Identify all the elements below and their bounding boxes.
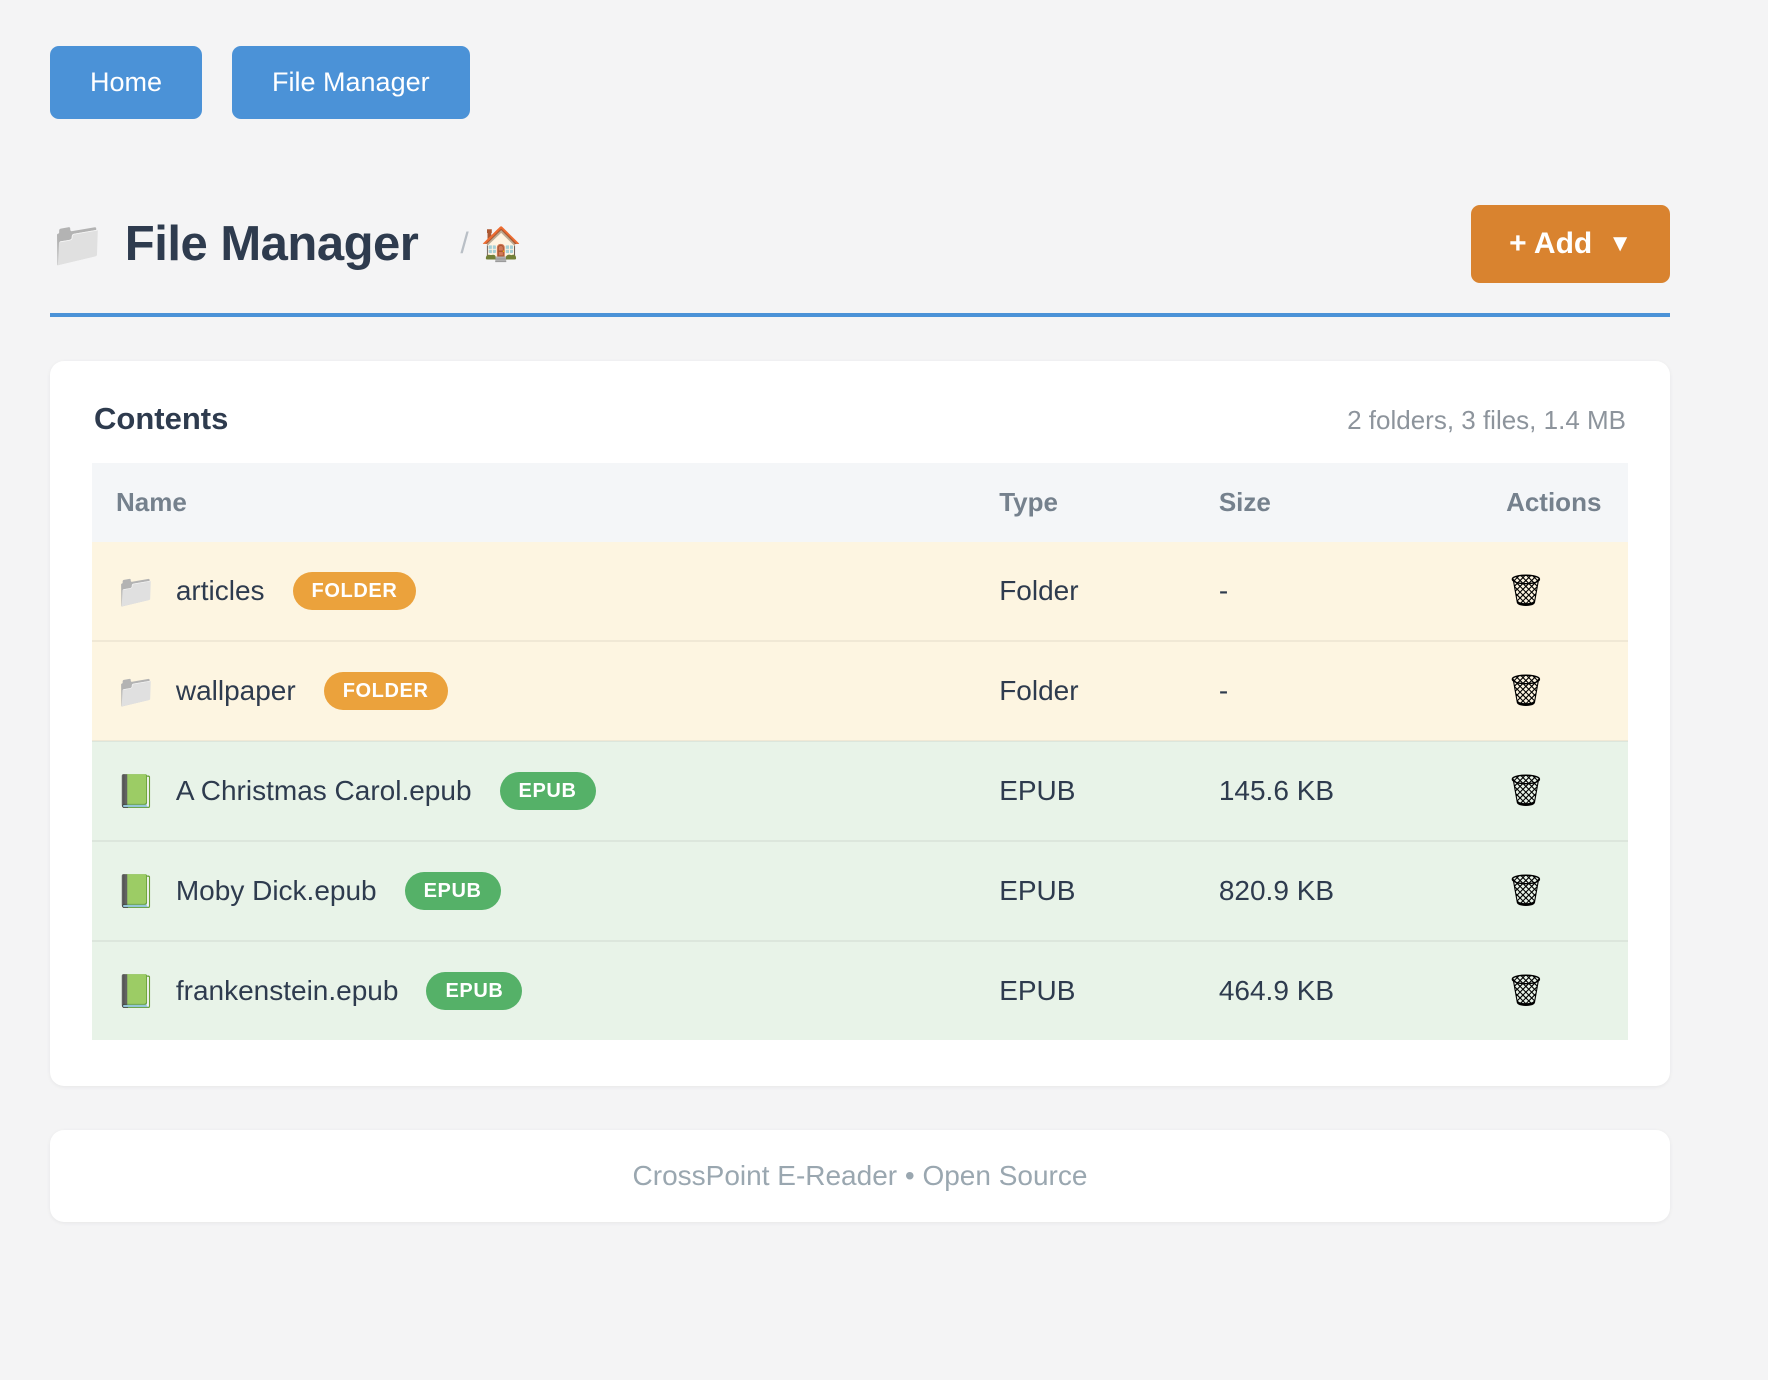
column-header-size: Size (1195, 463, 1482, 542)
folder-icon: 📁 (116, 575, 156, 607)
type-badge: EPUB (500, 772, 596, 810)
page-title: File Manager (125, 216, 419, 272)
top-nav: Home File Manager (50, 46, 1670, 119)
book-icon: 📗 (116, 775, 156, 807)
item-name-link[interactable]: articles (176, 575, 265, 607)
type-badge: FOLDER (324, 672, 448, 710)
folder-icon: 📁 (50, 218, 105, 270)
item-type: EPUB (975, 741, 1195, 841)
page-title-group: 📁 File Manager / 🏠 (50, 216, 522, 272)
item-type: Folder (975, 641, 1195, 741)
home-icon[interactable]: 🏠 (481, 225, 522, 264)
item-type: EPUB (975, 941, 1195, 1040)
contents-heading: Contents (94, 401, 228, 437)
item-name-link[interactable]: wallpaper (176, 675, 296, 707)
type-badge: EPUB (405, 872, 501, 910)
page-header: 📁 File Manager / 🏠 + Add ▼ (50, 205, 1670, 283)
title-divider (50, 313, 1670, 317)
item-type: Folder (975, 542, 1195, 641)
chevron-down-icon: ▼ (1608, 230, 1632, 258)
contents-card-header: Contents 2 folders, 3 files, 1.4 MB (92, 401, 1628, 463)
type-badge: EPUB (426, 972, 522, 1010)
item-name-link[interactable]: frankenstein.epub (176, 975, 399, 1007)
item-size: 820.9 KB (1195, 841, 1482, 941)
home-nav-button[interactable]: Home (50, 46, 202, 119)
book-icon: 📗 (116, 975, 156, 1007)
type-badge: FOLDER (293, 572, 417, 610)
footer: CrossPoint E-Reader • Open Source (50, 1130, 1670, 1222)
table-row: 📗 Moby Dick.epub EPUB EPUB 820.9 KB 🗑 (92, 841, 1628, 941)
trash-icon[interactable]: 🗑 (1506, 575, 1545, 606)
item-type: EPUB (975, 841, 1195, 941)
table-row: 📗 frankenstein.epub EPUB EPUB 464.9 KB 🗑 (92, 941, 1628, 1040)
trash-icon[interactable]: 🗑 (1506, 875, 1545, 906)
item-size: - (1195, 641, 1482, 741)
add-button[interactable]: + Add ▼ (1471, 205, 1670, 283)
item-size: 145.6 KB (1195, 741, 1482, 841)
contents-card: Contents 2 folders, 3 files, 1.4 MB Name… (50, 361, 1670, 1086)
book-icon: 📗 (116, 875, 156, 907)
contents-summary: 2 folders, 3 files, 1.4 MB (1347, 405, 1626, 436)
add-button-label: + Add (1509, 227, 1592, 261)
folder-icon: 📁 (116, 675, 156, 707)
item-size: - (1195, 542, 1482, 641)
breadcrumb: / 🏠 (460, 225, 521, 264)
item-size: 464.9 KB (1195, 941, 1482, 1040)
column-header-name: Name (92, 463, 975, 542)
column-header-actions: Actions (1482, 463, 1628, 542)
page-container: Home File Manager 📁 File Manager / 🏠 + A… (50, 0, 1670, 1222)
table-row: 📗 A Christmas Carol.epub EPUB EPUB 145.6… (92, 741, 1628, 841)
file-manager-nav-button[interactable]: File Manager (232, 46, 470, 119)
file-table: Name Type Size Actions 📁 articles FOLDER (92, 463, 1628, 1040)
trash-icon[interactable]: 🗑 (1506, 975, 1545, 1006)
item-name-link[interactable]: Moby Dick.epub (176, 875, 377, 907)
table-row: 📁 wallpaper FOLDER Folder - 🗑 (92, 641, 1628, 741)
trash-icon[interactable]: 🗑 (1506, 675, 1545, 706)
breadcrumb-separator: / (460, 227, 468, 261)
footer-text: CrossPoint E-Reader • Open Source (633, 1160, 1088, 1192)
table-header-row: Name Type Size Actions (92, 463, 1628, 542)
table-row: 📁 articles FOLDER Folder - 🗑 (92, 542, 1628, 641)
column-header-type: Type (975, 463, 1195, 542)
trash-icon[interactable]: 🗑 (1506, 775, 1545, 806)
item-name-link[interactable]: A Christmas Carol.epub (176, 775, 472, 807)
